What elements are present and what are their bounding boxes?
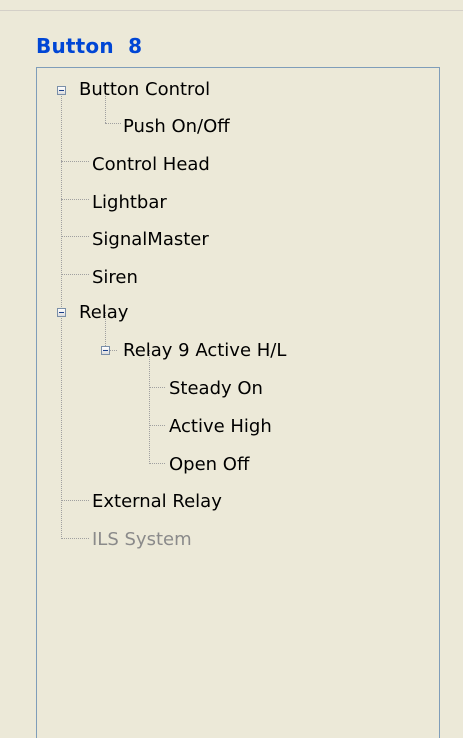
tree-connector: [61, 236, 89, 237]
tree-item-label: Relay 9 Active H/L: [123, 340, 287, 361]
tree-item-label: Push On/Off: [123, 116, 230, 137]
tree-connector: [61, 161, 89, 162]
tree-connector: [61, 500, 89, 501]
tree-item-label: SignalMaster: [92, 229, 209, 250]
tree-connector: [61, 199, 89, 200]
tree-item-label: Relay: [79, 302, 129, 323]
tree-item-label: Lightbar: [92, 192, 167, 213]
tree-connector: [105, 123, 121, 124]
tree-connector: [149, 387, 165, 388]
collapse-button-control-icon[interactable]: [57, 86, 66, 95]
tree-item-label: Siren: [92, 267, 138, 288]
tree-connector: [61, 274, 89, 275]
tree-item-label: Active High: [169, 416, 272, 437]
tree-item-label: Open Off: [169, 454, 250, 475]
tree-connector: [149, 463, 165, 464]
tree-connector: [149, 425, 165, 426]
tree-item-label: ILS System: [92, 529, 192, 550]
tree-connector: [61, 538, 89, 539]
collapse-relay9-icon[interactable]: [101, 346, 110, 355]
top-divider: [0, 0, 463, 11]
tree-item-label: External Relay: [92, 491, 222, 512]
tree-item-label: Control Head: [92, 154, 210, 175]
tree-connector: [149, 350, 150, 464]
settings-tree[interactable]: Button Control Push On/Off Control Head …: [36, 67, 440, 738]
collapse-relay-icon[interactable]: [57, 308, 66, 317]
group-title: Button 8: [36, 34, 143, 58]
tree-item-label: Button Control: [79, 79, 211, 100]
tree-item-label: Steady On: [169, 378, 263, 399]
